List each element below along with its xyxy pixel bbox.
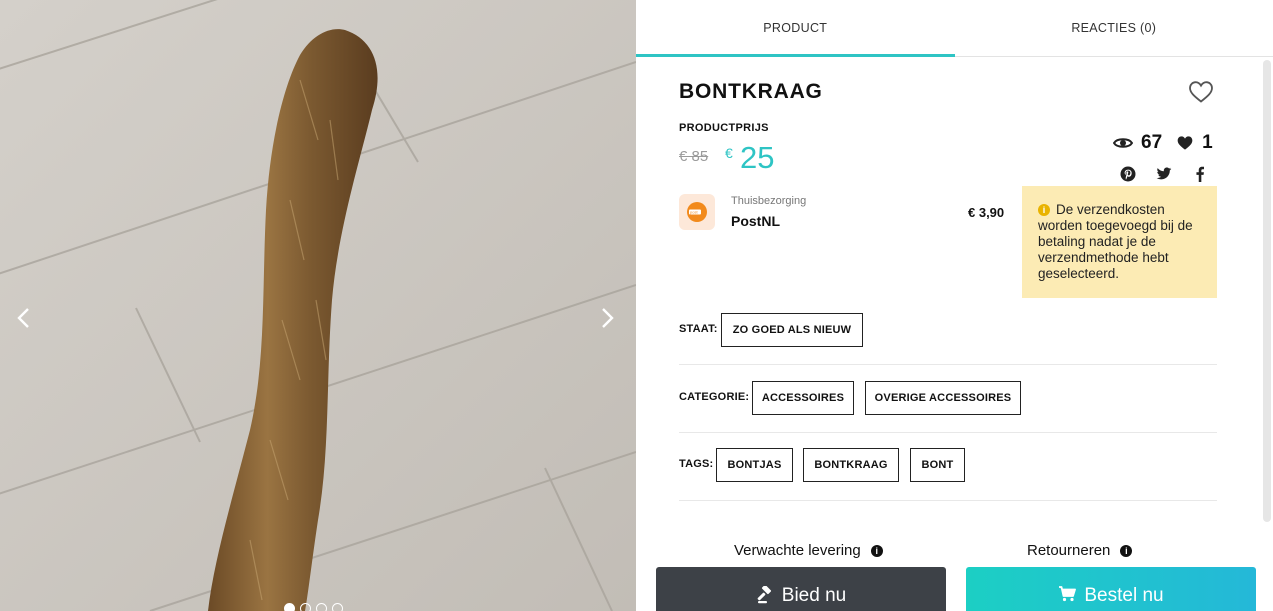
condition-label: STAAT: — [679, 323, 718, 335]
heart-icon — [1177, 136, 1193, 150]
next-image-button[interactable] — [593, 300, 623, 336]
divider — [679, 500, 1217, 501]
bid-button[interactable]: Bied nu — [656, 567, 946, 611]
shipping-notice-text: De verzendkosten worden toegevoegd bij d… — [1038, 202, 1193, 281]
postnl-logo-icon: post — [687, 202, 707, 222]
shipping-type: Thuisbezorging — [731, 195, 807, 207]
product-page: PRODUCT REACTIES (0) BONTKRAAG PRODUCTPR… — [0, 0, 1273, 611]
buy-button-label: Bestel nu — [1084, 585, 1164, 606]
tag-chip[interactable]: BONT — [910, 448, 965, 482]
original-price: € 85 — [679, 148, 709, 165]
tag-chip[interactable]: BONTJAS — [716, 448, 793, 482]
returns-link[interactable]: Retourneren i — [1027, 542, 1133, 559]
eye-icon — [1113, 138, 1133, 148]
heart-outline-icon — [1189, 81, 1213, 103]
product-photo — [0, 0, 636, 611]
expected-delivery-label: Verwachte levering — [734, 542, 861, 559]
currency-symbol: € — [725, 145, 733, 161]
current-price: 25 — [740, 140, 775, 175]
divider — [679, 364, 1217, 365]
pagination-dot[interactable] — [316, 603, 327, 611]
condition-chip[interactable]: ZO GOED ALS NIEUW — [721, 313, 863, 347]
twitter-share-button[interactable] — [1155, 165, 1173, 183]
facebook-icon — [1196, 166, 1204, 182]
tag-chip[interactable]: BONTKRAAG — [803, 448, 899, 482]
product-stats: 67 1 — [1113, 132, 1227, 154]
product-title: BONTKRAAG — [679, 80, 823, 103]
gavel-icon — [757, 586, 771, 604]
tab-bar: PRODUCT REACTIES (0) — [636, 0, 1273, 57]
pinterest-icon — [1120, 166, 1136, 182]
category-label: CATEGORIE: — [679, 391, 750, 403]
postnl-logo: post — [679, 194, 715, 230]
likes-count: 1 — [1202, 132, 1213, 153]
pagination-dot[interactable] — [332, 603, 343, 611]
info-icon: i — [870, 544, 883, 557]
panel-scrollbar[interactable] — [1263, 60, 1271, 522]
shipping-notice: i De verzendkosten worden toegevoegd bij … — [1022, 186, 1217, 298]
shipping-price: € 3,90 — [968, 205, 1005, 220]
chevron-left-icon — [17, 308, 29, 328]
gallery-pagination — [284, 603, 343, 611]
shipping-carrier: PostNL — [731, 213, 780, 229]
pagination-dot[interactable] — [300, 603, 311, 611]
views-count: 67 — [1141, 132, 1163, 153]
price-label: PRODUCTPRIJS — [679, 122, 769, 134]
tags-label: TAGS: — [679, 458, 714, 470]
product-image-gallery[interactable] — [0, 0, 636, 611]
divider — [679, 432, 1217, 433]
favorite-button[interactable] — [1188, 80, 1214, 109]
tab-product[interactable]: PRODUCT — [636, 0, 955, 57]
buy-button[interactable]: Bestel nu — [966, 567, 1256, 611]
chevron-right-icon — [602, 308, 614, 328]
cart-icon — [1059, 586, 1077, 602]
share-buttons — [1119, 165, 1209, 183]
category-chip[interactable]: OVERIGE ACCESSOIRES — [865, 381, 1021, 415]
info-icon: i — [1120, 544, 1133, 557]
pagination-dot[interactable] — [284, 603, 295, 611]
bid-button-label: Bied nu — [781, 585, 847, 606]
expected-delivery-link[interactable]: Verwachte levering i — [734, 542, 883, 559]
twitter-icon — [1156, 167, 1172, 180]
category-chip[interactable]: ACCESSOIRES — [752, 381, 854, 415]
info-icon: i — [1038, 204, 1050, 216]
pinterest-share-button[interactable] — [1119, 165, 1137, 183]
facebook-share-button[interactable] — [1191, 165, 1209, 183]
svg-text:post: post — [690, 210, 698, 215]
tab-reactions[interactable]: REACTIES (0) — [955, 0, 1273, 56]
product-panel: PRODUCT REACTIES (0) BONTKRAAG PRODUCTPR… — [636, 0, 1273, 611]
previous-image-button[interactable] — [8, 300, 38, 336]
returns-label: Retourneren — [1027, 542, 1111, 559]
